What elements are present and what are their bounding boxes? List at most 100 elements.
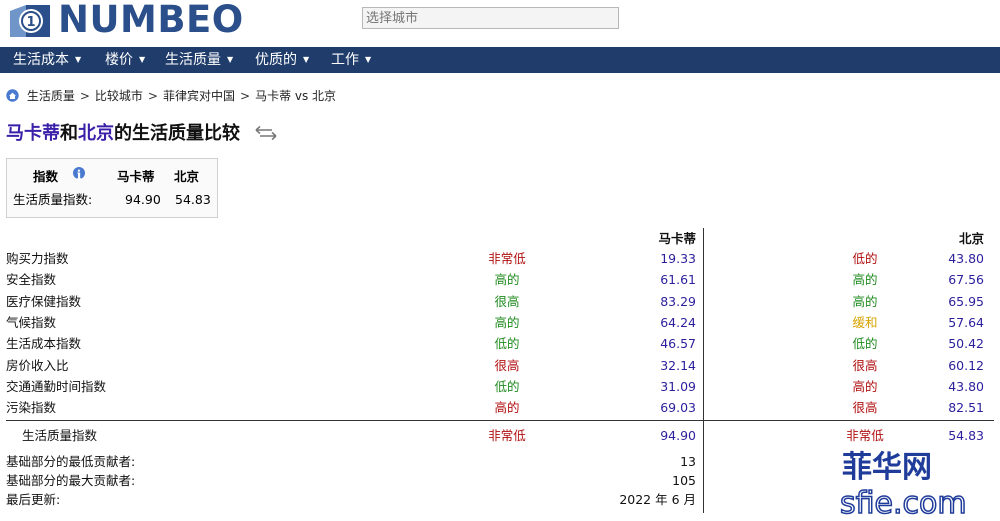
nav-item-jobs[interactable]: 工作 ▼: [331, 47, 371, 73]
footer-label: 最后更新:: [6, 492, 61, 507]
header: 1 NUMBEO: [0, 0, 1000, 46]
row-level-city2: 低的: [852, 336, 878, 352]
nav-label: 楼价: [105, 52, 133, 68]
main-nav: 生活成本 ▼ 楼价 ▼ 生活质量 ▼ 优质的 ▼ 工作 ▼: [0, 47, 1000, 73]
footer-label: 基础部分的最大贡献者:: [6, 473, 136, 488]
row-value-city1: 64.24: [660, 314, 696, 330]
row-level-city1: 低的: [494, 378, 520, 394]
row-level-city1: 高的: [494, 314, 520, 330]
breadcrumb-separator: >: [147, 89, 158, 103]
total-label: 生活质量指数: [22, 428, 98, 443]
footer-value: 2022 年 6 月: [619, 492, 696, 507]
city1-link[interactable]: 马卡蒂: [6, 123, 60, 144]
row-label: 安全指数: [6, 272, 57, 288]
breadcrumb: 生活质量 > 比较城市 > 菲律宾对中国 > 马卡蒂 vs 北京: [6, 88, 336, 104]
summary-col-index: 指数: [33, 169, 59, 184]
row-label: 生活成本指数: [6, 336, 82, 352]
row-value-city2: 65.95: [948, 293, 984, 309]
info-icon[interactable]: i: [73, 167, 85, 182]
nav-item-property-prices[interactable]: 楼价 ▼: [105, 47, 145, 73]
caret-down-icon: ▼: [227, 55, 234, 64]
row-level-city2: 缓和: [852, 314, 878, 330]
total-value-city1: 94.90: [660, 428, 696, 443]
row-level-city1: 高的: [494, 272, 520, 288]
home-icon[interactable]: [6, 89, 19, 102]
row-value-city1: 31.09: [660, 378, 696, 394]
summary-box: 指数 i 马卡蒂 北京 生活质量指数: 94.90 54.83: [6, 158, 218, 218]
total-divider: [6, 420, 994, 421]
breadcrumb-current: 马卡蒂 vs 北京: [255, 89, 337, 103]
table-header-city1: 马卡蒂: [658, 231, 696, 246]
row-value-city2: 50.42: [948, 336, 984, 352]
footer-value: 105: [672, 473, 696, 488]
nav-label: 优质的: [255, 52, 297, 68]
row-value-city2: 43.80: [948, 378, 984, 394]
row-label: 气候指数: [6, 314, 57, 330]
caret-down-icon: ▼: [365, 55, 372, 64]
row-level-city2: 高的: [852, 272, 878, 288]
row-level-city1: 很高: [494, 293, 520, 309]
nav-label: 工作: [331, 52, 359, 68]
row-value-city2: 60.12: [948, 357, 984, 373]
nav-label: 生活成本: [13, 52, 69, 68]
total-level-city1: 非常低: [488, 428, 526, 443]
logo-text[interactable]: NUMBEO: [58, 0, 244, 40]
row-value-city2: 43.80: [948, 251, 984, 266]
summary-val2: 54.83: [175, 192, 211, 207]
row-level-city2: 很高: [852, 357, 878, 373]
city-search-input[interactable]: [362, 7, 619, 29]
row-label: 购买力指数: [6, 251, 69, 266]
nav-item-cost-of-living[interactable]: 生活成本 ▼: [13, 47, 81, 73]
title-suffix: 的生活质量比较: [114, 123, 240, 144]
row-level-city2: 很高: [852, 400, 878, 416]
numbeo-logo-icon[interactable]: 1: [6, 3, 53, 39]
watermark-line1: 菲华网: [842, 450, 932, 485]
title-and: 和: [60, 123, 78, 144]
breadcrumb-separator: >: [79, 89, 90, 103]
nav-item-quality-of-life[interactable]: 生活质量 ▼: [165, 47, 233, 73]
row-level-city1: 低的: [494, 336, 520, 352]
nav-item-premium[interactable]: 优质的 ▼: [255, 47, 309, 73]
svg-text:1: 1: [26, 15, 35, 30]
nav-label: 生活质量: [165, 52, 221, 68]
city2-link[interactable]: 北京: [78, 123, 114, 144]
summary-val1: 94.90: [125, 192, 161, 207]
row-level-city1: 高的: [494, 400, 520, 416]
summary-col-city1: 马卡蒂: [117, 169, 155, 184]
row-value-city1: 61.61: [660, 272, 696, 288]
footer-label: 基础部分的最低贡献者:: [6, 454, 136, 469]
row-level-city2: 高的: [852, 293, 878, 309]
row-value-city1: 32.14: [660, 357, 696, 373]
row-level-city1: 非常低: [488, 251, 526, 266]
breadcrumb-separator: >: [240, 89, 251, 103]
footer-value: 13: [680, 454, 696, 469]
column-divider: [703, 228, 704, 513]
summary-col-city2: 北京: [174, 169, 200, 184]
watermark-line2: sfie.com: [840, 486, 967, 521]
caret-down-icon: ▼: [139, 55, 146, 64]
row-label: 医疗保健指数: [6, 293, 82, 309]
row-value-city1: 69.03: [660, 400, 696, 416]
row-level-city2: 高的: [852, 378, 878, 394]
row-label: 交通通勤时间指数: [6, 378, 107, 394]
watermark-logo: 菲华网 sfie.com: [839, 450, 967, 521]
row-value-city2: 57.64: [948, 314, 984, 330]
row-value-city2: 82.51: [948, 400, 984, 416]
row-level-city1: 很高: [494, 357, 520, 373]
row-value-city2: 67.56: [948, 272, 984, 288]
row-value-city1: 19.33: [660, 251, 696, 266]
breadcrumb-link[interactable]: 比较城市: [95, 89, 143, 103]
caret-down-icon: ▼: [303, 55, 310, 64]
page-title: 马卡蒂和北京的生活质量比较: [6, 121, 278, 147]
table-header-city2: 北京: [958, 231, 984, 246]
row-level-city2: 低的: [852, 251, 878, 266]
breadcrumb-link[interactable]: 菲律宾对中国: [163, 89, 235, 103]
summary-row-label: 生活质量指数:: [13, 192, 93, 207]
row-value-city1: 46.57: [660, 336, 696, 352]
row-label: 污染指数: [6, 400, 57, 416]
row-value-city1: 83.29: [660, 293, 696, 309]
caret-down-icon: ▼: [75, 55, 82, 64]
row-label: 房价收入比: [6, 357, 69, 373]
swap-cities-icon[interactable]: [254, 125, 278, 141]
breadcrumb-link[interactable]: 生活质量: [27, 89, 75, 103]
